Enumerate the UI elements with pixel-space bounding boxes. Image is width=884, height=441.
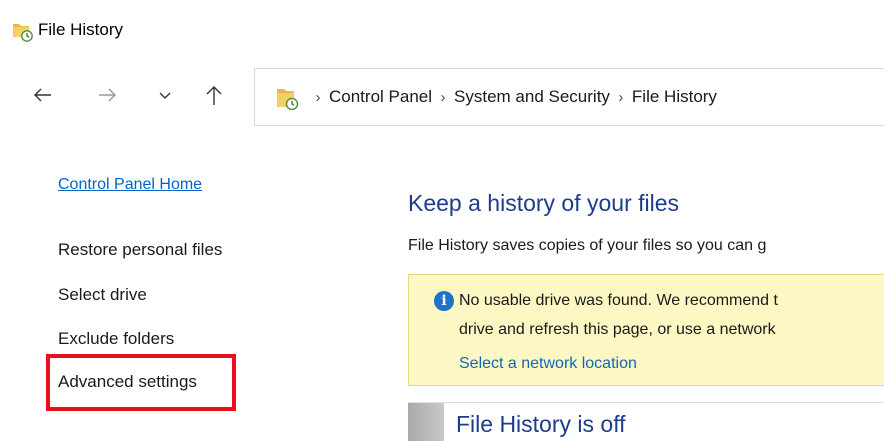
select-network-location-link[interactable]: Select a network location bbox=[459, 355, 637, 373]
forward-button[interactable] bbox=[92, 80, 122, 110]
control-panel-home-link[interactable]: Control Panel Home bbox=[58, 176, 202, 194]
breadcrumb-system-and-security[interactable]: System and Security bbox=[454, 87, 610, 107]
title-bar: File History bbox=[0, 0, 884, 52]
recent-locations-button[interactable] bbox=[150, 80, 180, 110]
window-title: File History bbox=[38, 20, 124, 39]
status-text: File History is off bbox=[456, 411, 626, 437]
file-history-icon bbox=[277, 89, 299, 110]
status-indicator bbox=[408, 403, 444, 441]
arrow-left-icon bbox=[34, 88, 51, 102]
address-bar[interactable]: › Control Panel › System and Security › … bbox=[254, 68, 884, 126]
chevron-down-icon bbox=[159, 92, 171, 99]
file-history-icon bbox=[13, 24, 33, 42]
breadcrumb: › Control Panel › System and Security › … bbox=[307, 69, 717, 125]
breadcrumb-separator: › bbox=[315, 88, 321, 106]
info-icon: i bbox=[434, 291, 454, 311]
exclude-folders-link[interactable]: Exclude folders bbox=[58, 329, 174, 349]
breadcrumb-separator: › bbox=[618, 88, 624, 106]
page-title: Keep a history of your files bbox=[408, 190, 680, 216]
arrow-right-icon bbox=[99, 88, 116, 102]
breadcrumb-file-history[interactable]: File History bbox=[632, 87, 717, 107]
no-drive-notice: i No usable drive was found. We recommen… bbox=[408, 274, 884, 386]
back-button[interactable] bbox=[28, 80, 58, 110]
arrow-up-icon bbox=[206, 86, 222, 105]
page-description: File History saves copies of your files … bbox=[408, 237, 767, 254]
breadcrumb-control-panel[interactable]: Control Panel bbox=[329, 87, 432, 107]
up-button[interactable] bbox=[199, 80, 229, 110]
file-history-window: File History › Control Panel › System an… bbox=[0, 0, 884, 441]
notice-text-line-2: drive and refresh this page, or use a ne… bbox=[459, 321, 776, 338]
highlight-box bbox=[46, 354, 236, 411]
select-drive-link[interactable]: Select drive bbox=[58, 285, 147, 305]
file-history-status: File History is off bbox=[408, 402, 884, 441]
notice-text-line-1: No usable drive was found. We recommend … bbox=[459, 292, 778, 309]
restore-personal-files-link[interactable]: Restore personal files bbox=[58, 240, 222, 260]
breadcrumb-separator: › bbox=[440, 88, 446, 106]
